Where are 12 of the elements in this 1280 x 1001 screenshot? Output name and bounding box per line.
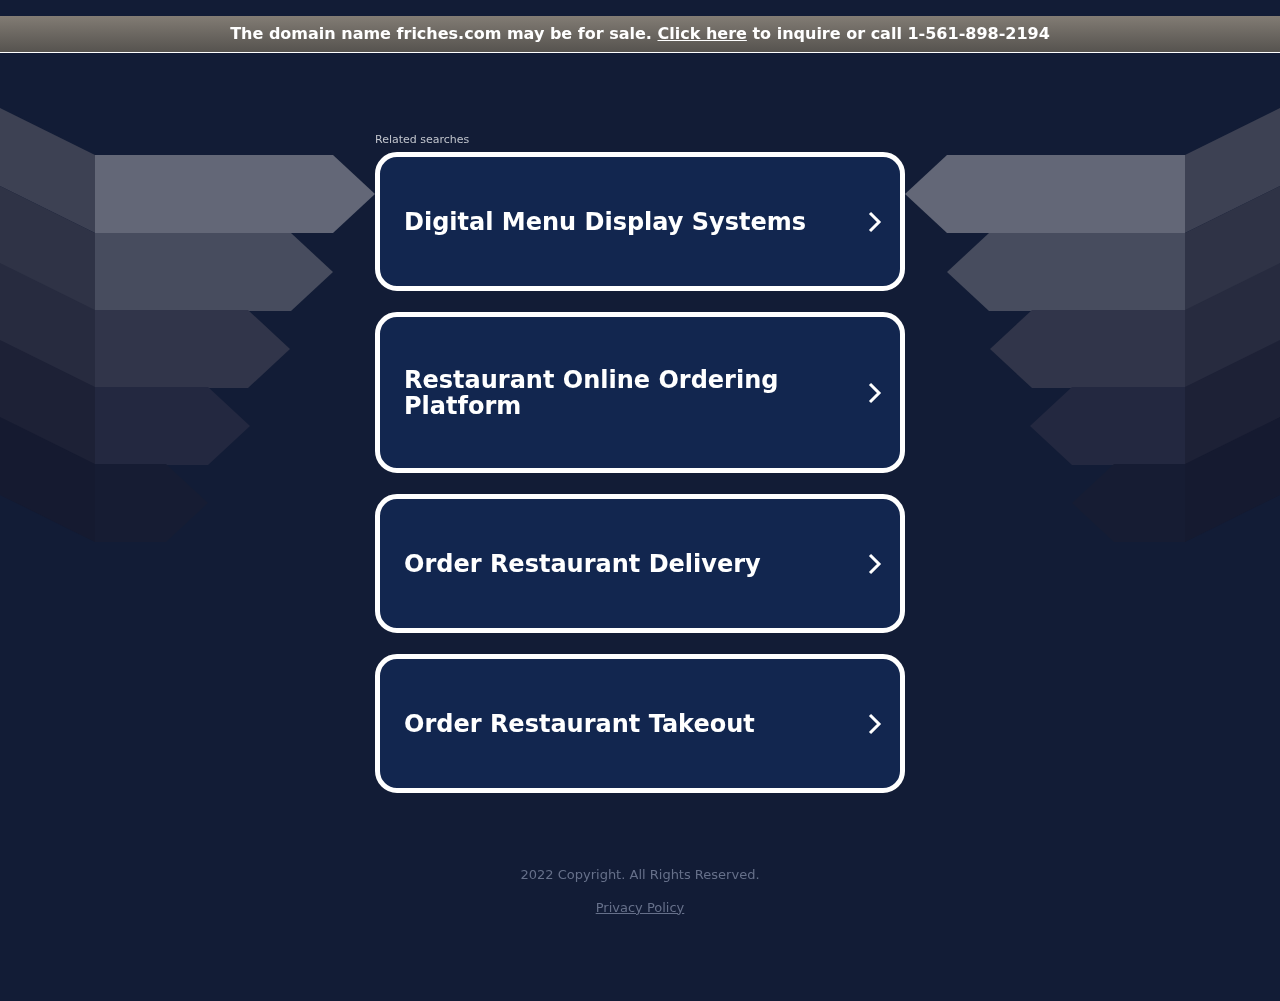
- related-search-link[interactable]: Order Restaurant Delivery: [375, 494, 905, 633]
- sale-message: The domain name friches.com may be for sale. Click here to inquire or call 1-561-898-2194: [230, 23, 1050, 45]
- copyright-text: 2022 Copyright. All Rights Reserved.: [520, 866, 760, 884]
- chevron-right-icon: [868, 712, 882, 735]
- section-heading: Related searches: [375, 133, 471, 147]
- chevron-right-icon: [868, 552, 882, 575]
- related-search-link[interactable]: Digital Menu Display Systems: [375, 152, 905, 291]
- related-search-link[interactable]: Restaurant Online Ordering Platform: [375, 312, 905, 473]
- chevron-right-icon: [868, 381, 882, 404]
- chevron-right-icon: [868, 210, 882, 233]
- related-search-link[interactable]: Order Restaurant Takeout: [375, 654, 905, 793]
- inquire-link[interactable]: Click here: [657, 24, 747, 43]
